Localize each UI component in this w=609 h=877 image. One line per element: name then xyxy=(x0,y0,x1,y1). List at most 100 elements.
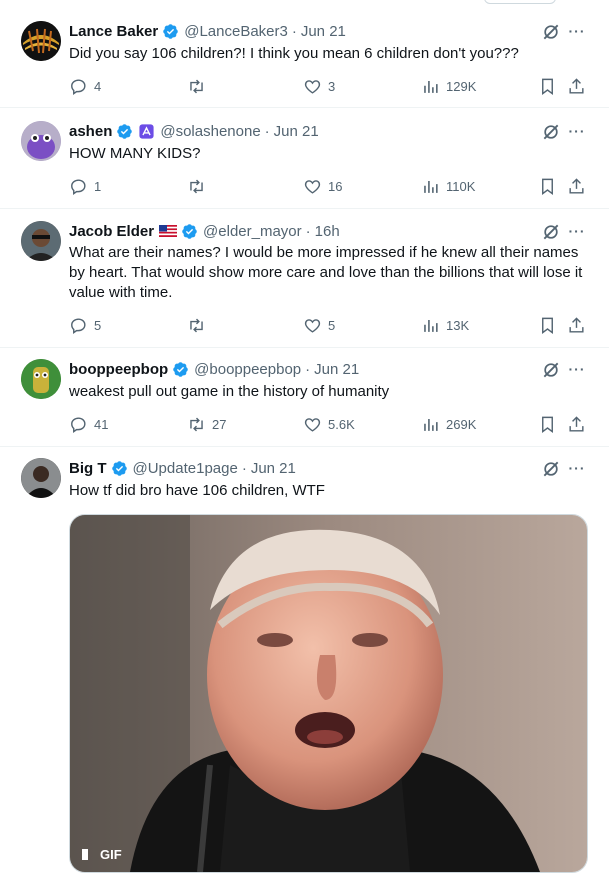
verified-badge-icon xyxy=(173,361,188,377)
reply-button[interactable]: 5 xyxy=(69,315,101,335)
avatar[interactable] xyxy=(21,21,61,61)
bookmark-button[interactable] xyxy=(538,315,557,335)
share-icon xyxy=(569,316,584,333)
view-count: 269K xyxy=(446,416,477,432)
share-icon xyxy=(569,415,584,432)
timestamp[interactable]: Jun 21 xyxy=(274,123,319,140)
bookmark-icon xyxy=(542,416,553,433)
like-button[interactable]: 3 xyxy=(303,76,335,96)
tweet-actions: 5 5 13K xyxy=(69,315,589,335)
bookmark-button[interactable] xyxy=(538,414,557,434)
author-name[interactable]: Jacob Elder xyxy=(69,223,154,240)
author-handle[interactable]: @Update1page xyxy=(133,460,238,477)
grok-icon[interactable] xyxy=(541,360,561,380)
reply-icon xyxy=(71,78,86,95)
reply-icon xyxy=(71,317,86,334)
separator: · xyxy=(241,459,247,477)
more-icon[interactable]: ··· xyxy=(567,461,587,483)
author-handle[interactable]: @LanceBaker3 xyxy=(184,23,288,40)
bookmark-icon xyxy=(542,178,553,195)
repost-button[interactable]: 27 xyxy=(187,414,226,434)
tweet-3[interactable]: Jacob Elder @elder_mayor · 16h ··· What … xyxy=(0,208,609,348)
repost-button[interactable] xyxy=(187,76,212,96)
separator: · xyxy=(264,122,270,140)
share-button[interactable] xyxy=(567,76,586,96)
views-icon xyxy=(424,319,438,332)
bookmark-button[interactable] xyxy=(538,176,557,196)
timestamp[interactable]: 16h xyxy=(315,223,340,240)
grok-icon[interactable] xyxy=(541,22,561,42)
gif-label: GIF xyxy=(100,847,122,862)
avatar[interactable] xyxy=(21,359,61,399)
separator: · xyxy=(291,22,297,40)
pause-icon[interactable] xyxy=(82,849,88,860)
reply-count: 41 xyxy=(94,416,109,432)
author-name[interactable]: booppeepbop xyxy=(69,361,168,378)
bookmark-button[interactable] xyxy=(538,76,557,96)
tweet-text: weakest pull out game in the history of … xyxy=(69,383,390,400)
author-handle[interactable]: @elder_mayor xyxy=(203,223,302,240)
verified-badge-icon xyxy=(163,23,178,39)
grok-icon[interactable] xyxy=(541,222,561,242)
author-name[interactable]: Lance Baker xyxy=(69,23,158,40)
gif-frame xyxy=(70,515,587,872)
views-button[interactable]: 110K xyxy=(421,176,475,196)
grok-icon[interactable] xyxy=(541,122,561,142)
bookmark-icon xyxy=(542,78,553,95)
repost-button[interactable] xyxy=(187,315,212,335)
gif-controls[interactable]: GIF xyxy=(82,847,122,862)
like-count: 16 xyxy=(328,178,343,194)
repost-button[interactable] xyxy=(187,176,212,196)
repost-icon xyxy=(190,417,203,431)
like-count: 5.6K xyxy=(328,416,355,432)
author-handle[interactable]: @booppeepbop xyxy=(194,361,301,378)
views-button[interactable]: 129K xyxy=(421,76,476,96)
more-icon[interactable]: ··· xyxy=(567,124,587,146)
timestamp[interactable]: Jun 21 xyxy=(251,460,296,477)
reply-count: 1 xyxy=(94,178,102,194)
tweet-actions: 4 3 129K xyxy=(69,76,589,96)
share-icon xyxy=(569,77,584,94)
views-button[interactable]: 13K xyxy=(421,315,469,335)
like-button[interactable]: 5.6K xyxy=(303,414,355,434)
views-icon xyxy=(424,418,438,431)
timestamp[interactable]: Jun 21 xyxy=(314,361,359,378)
views-icon xyxy=(424,80,438,93)
tweet-actions: 41 27 5.6K 269K xyxy=(69,414,589,434)
more-icon[interactable]: ··· xyxy=(567,24,587,46)
view-count: 13K xyxy=(446,317,470,333)
reply-button[interactable]: 4 xyxy=(69,76,101,96)
avatar[interactable] xyxy=(21,121,61,161)
share-button[interactable] xyxy=(567,176,586,196)
tweet-actions: 1 16 110K xyxy=(69,176,589,196)
like-button[interactable]: 5 xyxy=(303,315,335,335)
like-count: 5 xyxy=(328,317,336,333)
tweet-2[interactable]: ashen @solashenone · Jun 21 ··· HOW MANY… xyxy=(0,107,609,209)
author-name[interactable]: ashen xyxy=(69,123,112,140)
avatar[interactable] xyxy=(21,458,61,498)
share-button[interactable] xyxy=(567,414,586,434)
reply-button[interactable]: 41 xyxy=(69,414,108,434)
views-icon xyxy=(424,180,438,193)
views-button[interactable]: 269K xyxy=(421,414,476,434)
like-icon xyxy=(304,79,321,94)
tweet-text: Did you say 106 children?! I think you m… xyxy=(69,45,519,62)
like-icon xyxy=(304,179,321,194)
reply-button[interactable]: 1 xyxy=(69,176,101,196)
author-handle[interactable]: @solashenone xyxy=(160,123,260,140)
like-button[interactable]: 16 xyxy=(303,176,342,196)
verified-badge-icon xyxy=(117,123,133,139)
tweet-1[interactable]: Lance Baker @LanceBaker3 · Jun 21 ··· Di… xyxy=(0,0,609,108)
tweet-4[interactable]: booppeepbop @booppeepbop · Jun 21 ··· we… xyxy=(0,347,609,447)
author-name[interactable]: Big T xyxy=(69,460,107,477)
gif-media[interactable]: GIF xyxy=(69,514,588,873)
more-icon[interactable]: ··· xyxy=(567,362,587,384)
grok-icon[interactable] xyxy=(541,459,561,479)
share-button[interactable] xyxy=(567,315,586,335)
tweet-text: HOW MANY KIDS? xyxy=(69,145,201,162)
avatar[interactable] xyxy=(21,221,61,261)
verified-badge-icon xyxy=(111,460,127,476)
timestamp[interactable]: Jun 21 xyxy=(301,23,346,40)
like-icon xyxy=(304,318,321,333)
view-count: 110K xyxy=(446,178,476,194)
